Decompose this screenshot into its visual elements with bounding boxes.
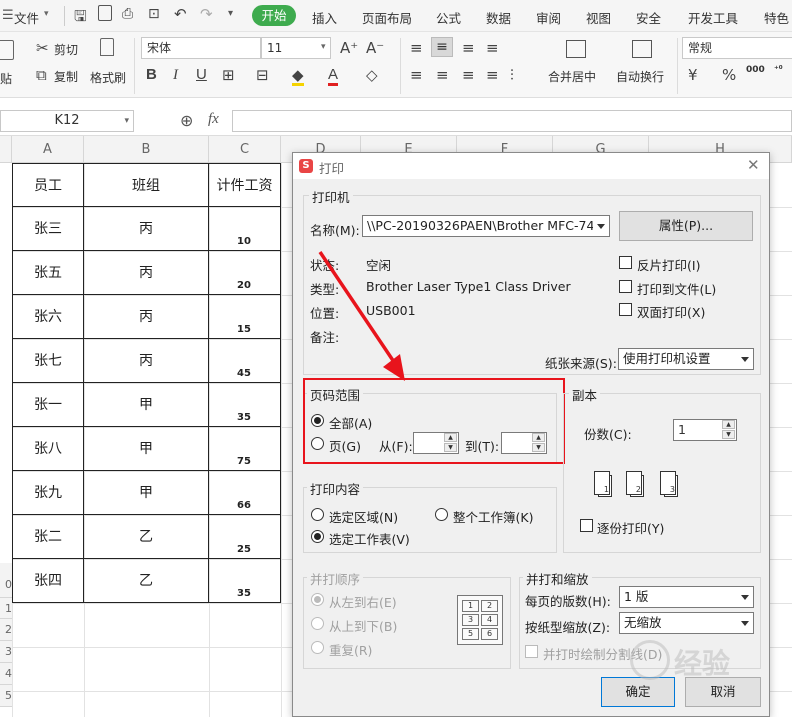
collate-page-icon: 1	[594, 471, 612, 497]
watermark-text: 经验	[674, 647, 731, 680]
collate-page-icon: 3	[660, 471, 678, 497]
collate-page-icon: 2	[626, 471, 644, 497]
arrow-shaft	[318, 251, 396, 363]
watermark-paw-icon	[630, 640, 670, 680]
watermark-logo: 经验	[630, 640, 792, 680]
annotation-arrow	[318, 251, 405, 381]
arrow-head	[383, 354, 405, 381]
